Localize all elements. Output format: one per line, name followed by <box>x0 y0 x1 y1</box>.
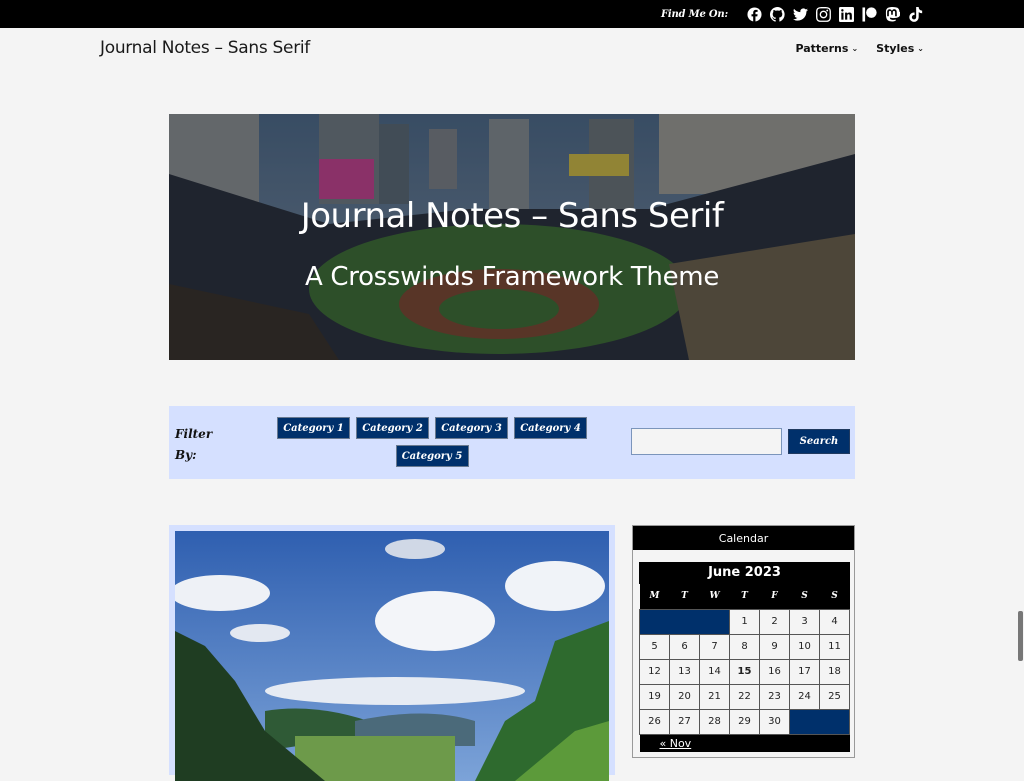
tiktok-icon[interactable] <box>907 6 924 23</box>
calendar-day: 30 <box>759 708 790 735</box>
calendar-day: 10 <box>789 633 820 660</box>
calendar-day: 18 <box>819 658 850 685</box>
calendar-day: 20 <box>669 683 700 710</box>
calendar-day: 5 <box>639 633 670 660</box>
top-social-bar: Find Me On: <box>0 0 1024 28</box>
calendar-day: 11 <box>819 633 850 660</box>
calendar-widget: Calendar June 2023 MTWTFSS 1 2 3 4 5 6 7 8 9 10 11… <box>632 525 855 758</box>
page-scrollbar[interactable] <box>1018 611 1023 661</box>
category-buttons: Category 1 Category 2 Category 3 Categor… <box>269 417 595 467</box>
github-icon[interactable] <box>769 6 786 23</box>
social-links <box>746 6 924 23</box>
filter-bar: Filter By: Category 1 Category 2 Categor… <box>169 406 855 479</box>
calendar-day: 6 <box>669 633 700 660</box>
calendar-day: 21 <box>699 683 730 710</box>
filter-label: Filter By: <box>175 427 213 462</box>
hero-overlay <box>169 114 855 360</box>
calendar-day: 8 <box>729 633 760 660</box>
weekday-header: T <box>729 584 760 609</box>
category-button-1[interactable]: Category 1 <box>277 417 350 439</box>
find-me-on-label: Find Me On: <box>660 8 728 20</box>
calendar-day-today: 15 <box>729 658 760 685</box>
landscape-photo[interactable] <box>175 531 609 781</box>
patreon-icon[interactable] <box>861 6 878 23</box>
calendar-day: 27 <box>669 708 700 735</box>
calendar-day: 24 <box>789 683 820 710</box>
search-button[interactable]: Search <box>788 429 850 454</box>
calendar-day: 26 <box>639 708 670 735</box>
weekday-header: M <box>639 584 670 609</box>
hero-cover: Journal Notes – Sans Serif A Crosswinds … <box>169 114 855 360</box>
calendar-pad <box>789 708 850 735</box>
nav-item-label: Patterns <box>795 42 849 55</box>
category-button-4[interactable]: Category 4 <box>514 417 587 439</box>
calendar-day: 28 <box>699 708 730 735</box>
prev-month-link[interactable]: « Nov <box>660 737 692 750</box>
calendar-day: 19 <box>639 683 670 710</box>
hero-title: Journal Notes – Sans Serif <box>300 196 724 236</box>
calendar-day: 17 <box>789 658 820 685</box>
calendar-day: 13 <box>669 658 700 685</box>
search-input[interactable] <box>631 428 782 455</box>
calendar-day: 2 <box>759 608 790 635</box>
calendar-nav: « Nov <box>639 734 850 752</box>
instagram-icon[interactable] <box>815 6 832 23</box>
calendar-pad <box>639 608 730 635</box>
calendar-widget-title: Calendar <box>633 526 854 550</box>
calendar-day: 14 <box>699 658 730 685</box>
calendar-day: 25 <box>819 683 850 710</box>
calendar-day: 16 <box>759 658 790 685</box>
chevron-down-icon: ⌄ <box>851 44 859 53</box>
calendar-day: 7 <box>699 633 730 660</box>
calendar-day: 1 <box>729 608 760 635</box>
hero-subtitle: A Crosswinds Framework Theme <box>304 262 720 292</box>
calendar-table: June 2023 MTWTFSS 1 2 3 4 5 6 7 8 9 10 11 12 13 14 15 1… <box>639 562 850 752</box>
weekday-header: T <box>669 584 700 609</box>
weekday-header: F <box>759 584 790 609</box>
calendar-day: 29 <box>729 708 760 735</box>
weekday-header: S <box>819 584 850 609</box>
mastodon-icon[interactable] <box>884 6 901 23</box>
calendar-day: 12 <box>639 658 670 685</box>
calendar-day: 23 <box>759 683 790 710</box>
category-button-2[interactable]: Category 2 <box>356 417 429 439</box>
main-nav: Patterns ⌄ Styles ⌄ <box>795 42 924 55</box>
calendar-day: 9 <box>759 633 790 660</box>
weekday-header: W <box>699 584 730 609</box>
facebook-icon[interactable] <box>746 6 763 23</box>
nav-item-styles[interactable]: Styles ⌄ <box>876 42 924 55</box>
calendar-day: 22 <box>729 683 760 710</box>
nav-item-label: Styles <box>876 42 915 55</box>
category-button-5[interactable]: Category 5 <box>395 445 469 467</box>
nav-item-patterns[interactable]: Patterns ⌄ <box>795 42 858 55</box>
calendar-day: 4 <box>819 608 850 635</box>
chevron-down-icon: ⌄ <box>917 44 924 53</box>
calendar-caption: June 2023 <box>639 562 850 584</box>
category-button-3[interactable]: Category 3 <box>435 417 508 439</box>
site-title[interactable]: Journal Notes – Sans Serif <box>100 38 310 58</box>
calendar-day: 3 <box>789 608 820 635</box>
weekday-header: S <box>789 584 820 609</box>
post-card <box>169 525 615 781</box>
twitter-icon[interactable] <box>792 6 809 23</box>
linkedin-icon[interactable] <box>838 6 855 23</box>
